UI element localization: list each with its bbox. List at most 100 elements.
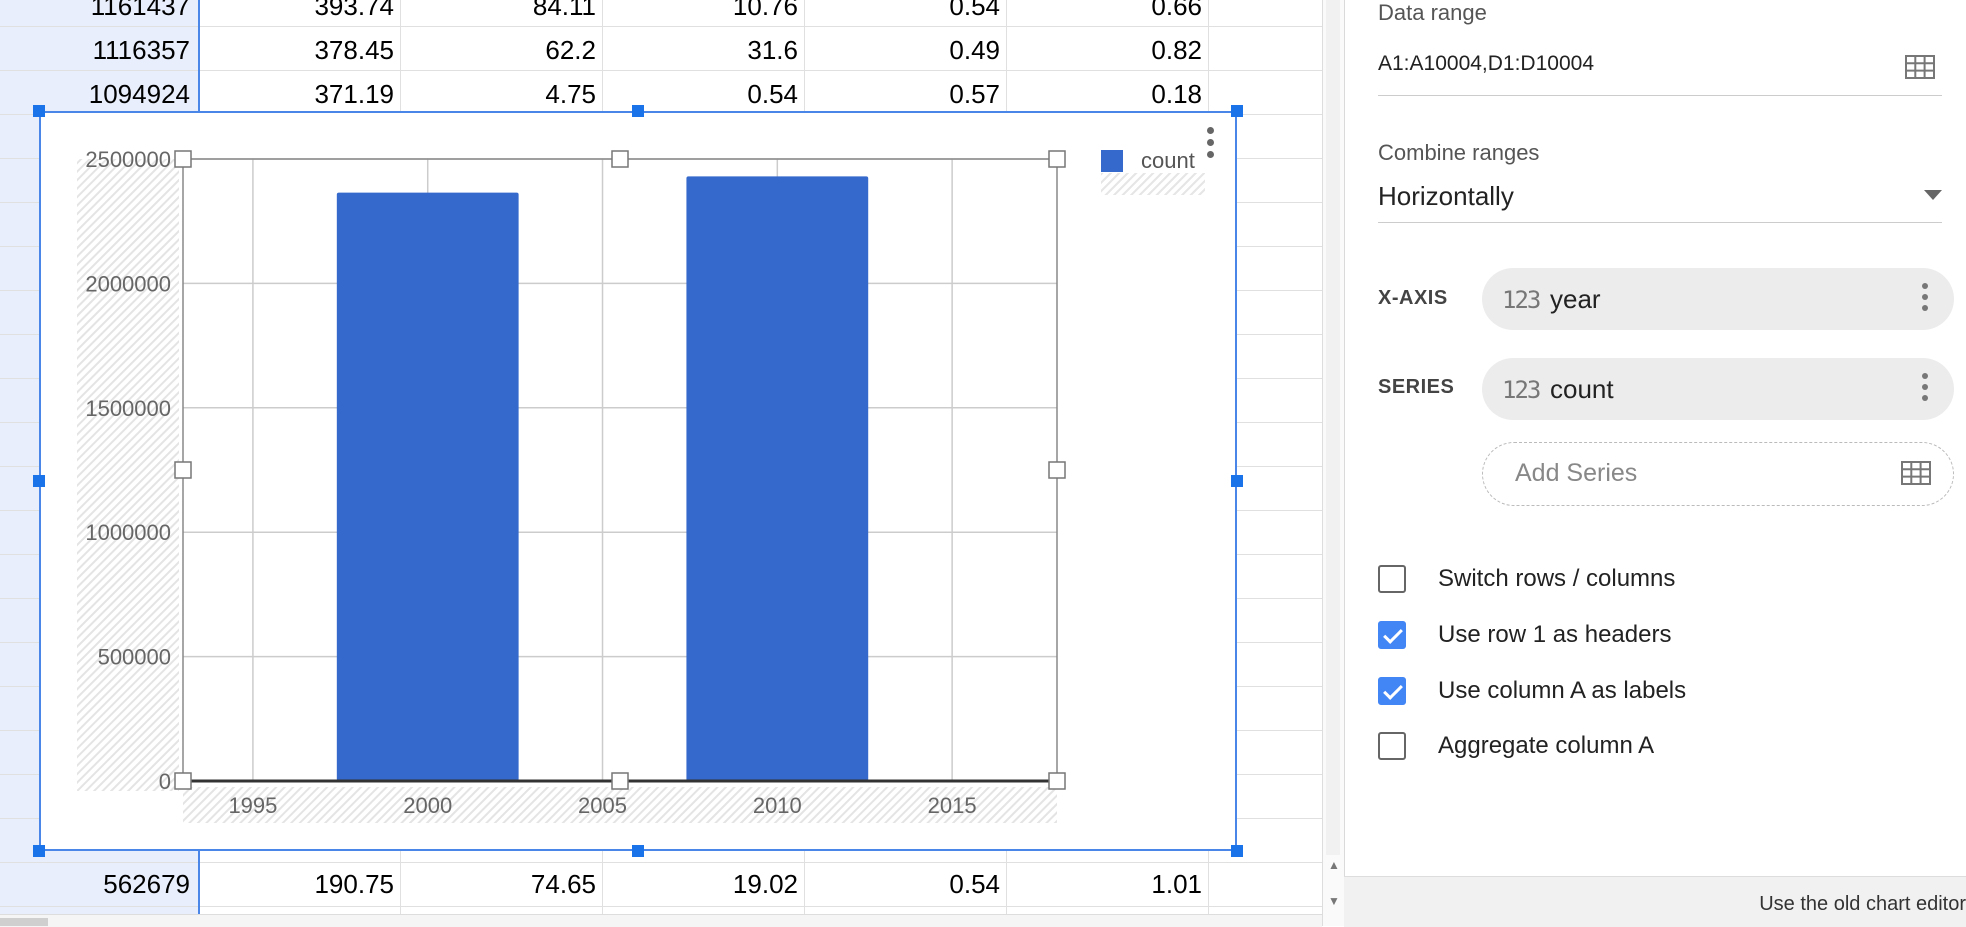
plot-resize-handle — [1048, 772, 1066, 790]
row1-headers-checkbox[interactable] — [1378, 621, 1406, 649]
x-axis-label: X-AXIS — [1378, 287, 1448, 309]
table-cell[interactable]: 0.82 — [1012, 28, 1202, 70]
more-options-icon[interactable] — [1922, 373, 1928, 406]
table-cell[interactable]: 190.75 — [204, 862, 394, 904]
x-axis-chip[interactable]: 123 year — [1482, 268, 1954, 330]
table-cell[interactable]: 393.74 — [204, 0, 394, 26]
chart-editor-panel: Data range A1:A10004,D1:D10004 Combine r… — [1344, 0, 1966, 927]
scroll-down-icon[interactable]: ▼ — [1323, 894, 1345, 908]
y-tick-label: 1500000 — [85, 396, 171, 421]
row-id-cell[interactable]: 1161437 — [0, 0, 190, 26]
row1-headers-label: Use row 1 as headers — [1438, 621, 1672, 648]
horizontal-scrollbar[interactable] — [0, 914, 1322, 927]
data-range-label: Data range — [1378, 0, 1487, 25]
table-cell[interactable]: 84.11 — [406, 0, 596, 26]
bar-2010 — [686, 176, 869, 781]
table-cell[interactable]: 371.19 — [204, 72, 394, 114]
scroll-up-icon[interactable]: ▲ — [1323, 858, 1345, 872]
chart-legend[interactable]: count — [1101, 146, 1195, 176]
chart-resize-handle[interactable] — [1231, 845, 1243, 857]
select-range-icon[interactable] — [1905, 55, 1935, 79]
row-id-cell[interactable]: 1094924 — [0, 72, 190, 114]
switch-rows-columns-label: Switch rows / columns — [1438, 565, 1676, 592]
plot-resize-handle — [1048, 461, 1066, 479]
more-options-icon[interactable] — [1922, 283, 1928, 316]
x-tick-label: 2010 — [753, 793, 802, 818]
series-chip-label: count — [1550, 374, 1614, 404]
table-cell[interactable]: 31.6 — [608, 28, 798, 70]
spreadsheet-grid[interactable]: 1161437 393.74 84.11 10.76 0.54 0.66 1116357 37… — [0, 0, 1322, 926]
table-cell[interactable]: 378.45 — [204, 28, 394, 70]
columnA-labels-label: Use column A as labels — [1438, 677, 1687, 704]
chart-resize-handle[interactable] — [632, 105, 644, 117]
legend-hatch — [1101, 173, 1205, 195]
bar-2000 — [336, 192, 519, 781]
dropdown-arrow-icon[interactable] — [1924, 190, 1942, 200]
y-tick-label: 2500000 — [85, 147, 171, 172]
table-cell[interactable]: 0.57 — [810, 72, 1000, 114]
switch-rows-columns-checkbox[interactable] — [1378, 565, 1406, 593]
add-series-button[interactable]: Add Series — [1482, 442, 1954, 506]
plot-resize-handle — [174, 772, 192, 790]
plot-resize-handle — [174, 461, 192, 479]
x-axis-chip-label: year — [1550, 284, 1601, 314]
series-chip[interactable]: 123 count — [1482, 358, 1954, 420]
aggregate-columnA-label: Aggregate column A — [1438, 732, 1655, 759]
table-cell[interactable]: 62.2 — [406, 28, 596, 70]
table-cell[interactable]: 10.76 — [608, 0, 798, 26]
row-id-cell[interactable]: 562679 — [0, 862, 190, 904]
columnA-labels-option[interactable]: Use column A as labels — [1378, 674, 1686, 708]
y-axis-label-hatch — [77, 159, 179, 791]
chart[interactable]: 0 500000 1000000 1500000 2000000 2500000 1995 2… — [33, 105, 1243, 857]
scrollbar-thumb[interactable] — [1326, 0, 1340, 855]
columnA-labels-checkbox[interactable] — [1378, 677, 1406, 705]
y-tick-label: 1000000 — [85, 520, 171, 545]
chart-resize-handle[interactable] — [33, 845, 45, 857]
chart-resize-handle[interactable] — [1231, 475, 1243, 487]
legend-swatch — [1101, 150, 1123, 172]
vertical-scrollbar[interactable]: ▲ ▼ — [1322, 0, 1345, 926]
chart-resize-handle[interactable] — [632, 845, 644, 857]
data-range-input[interactable]: A1:A10004,D1:D10004 — [1378, 52, 1594, 76]
editor-footer: Use the old chart editor — [1344, 876, 1966, 927]
plot-resize-handle — [611, 772, 629, 790]
plot-resize-handle — [611, 150, 629, 168]
table-cell[interactable]: 0.49 — [810, 28, 1000, 70]
x-tick-label: 1995 — [228, 793, 277, 818]
combine-ranges-select[interactable]: Horizontally — [1378, 181, 1514, 212]
table-cell[interactable]: 4.75 — [406, 72, 596, 114]
series-label: SERIES — [1378, 376, 1455, 398]
combine-ranges-label: Combine ranges — [1378, 140, 1540, 165]
table-cell[interactable]: 0.54 — [810, 0, 1000, 26]
chart-menu-icon[interactable] — [1203, 127, 1217, 169]
plot-resize-handle — [1048, 150, 1066, 168]
y-tick-label: 500000 — [98, 645, 171, 670]
add-series-label: Add Series — [1515, 459, 1638, 487]
row-id-cell[interactable]: 1116357 — [0, 28, 190, 70]
table-cell[interactable]: 0.18 — [1012, 72, 1202, 114]
legend-label: count — [1141, 148, 1195, 173]
chart-plot: 0 500000 1000000 1500000 2000000 2500000 1995 2… — [77, 147, 1066, 823]
plot-resize-handle — [174, 150, 192, 168]
aggregate-columnA-checkbox[interactable] — [1378, 732, 1406, 760]
hscroll-thumb[interactable] — [0, 918, 48, 926]
table-cell[interactable]: 74.65 — [406, 862, 596, 904]
switch-rows-columns-option[interactable]: Switch rows / columns — [1378, 562, 1675, 596]
plot-frame — [182, 158, 1058, 782]
table-cell[interactable]: 0.66 — [1012, 0, 1202, 26]
y-tick-label: 2000000 — [85, 271, 171, 296]
x-tick-label: 2015 — [928, 793, 977, 818]
chart-resize-handle[interactable] — [33, 105, 45, 117]
table-cell[interactable]: 19.02 — [608, 862, 798, 904]
aggregate-columnA-option[interactable]: Aggregate column A — [1378, 729, 1654, 763]
old-chart-editor-link[interactable]: Use the old chart editor — [1759, 893, 1966, 916]
table-cell[interactable]: 1.01 — [1012, 862, 1202, 904]
number-type-icon: 123 — [1502, 376, 1541, 404]
number-type-icon: 123 — [1502, 286, 1541, 314]
select-range-icon[interactable] — [1901, 461, 1931, 485]
chart-resize-handle[interactable] — [33, 475, 45, 487]
x-tick-label: 2000 — [403, 793, 452, 818]
table-cell[interactable]: 0.54 — [810, 862, 1000, 904]
row1-headers-option[interactable]: Use row 1 as headers — [1378, 618, 1671, 652]
chart-resize-handle[interactable] — [1231, 105, 1243, 117]
